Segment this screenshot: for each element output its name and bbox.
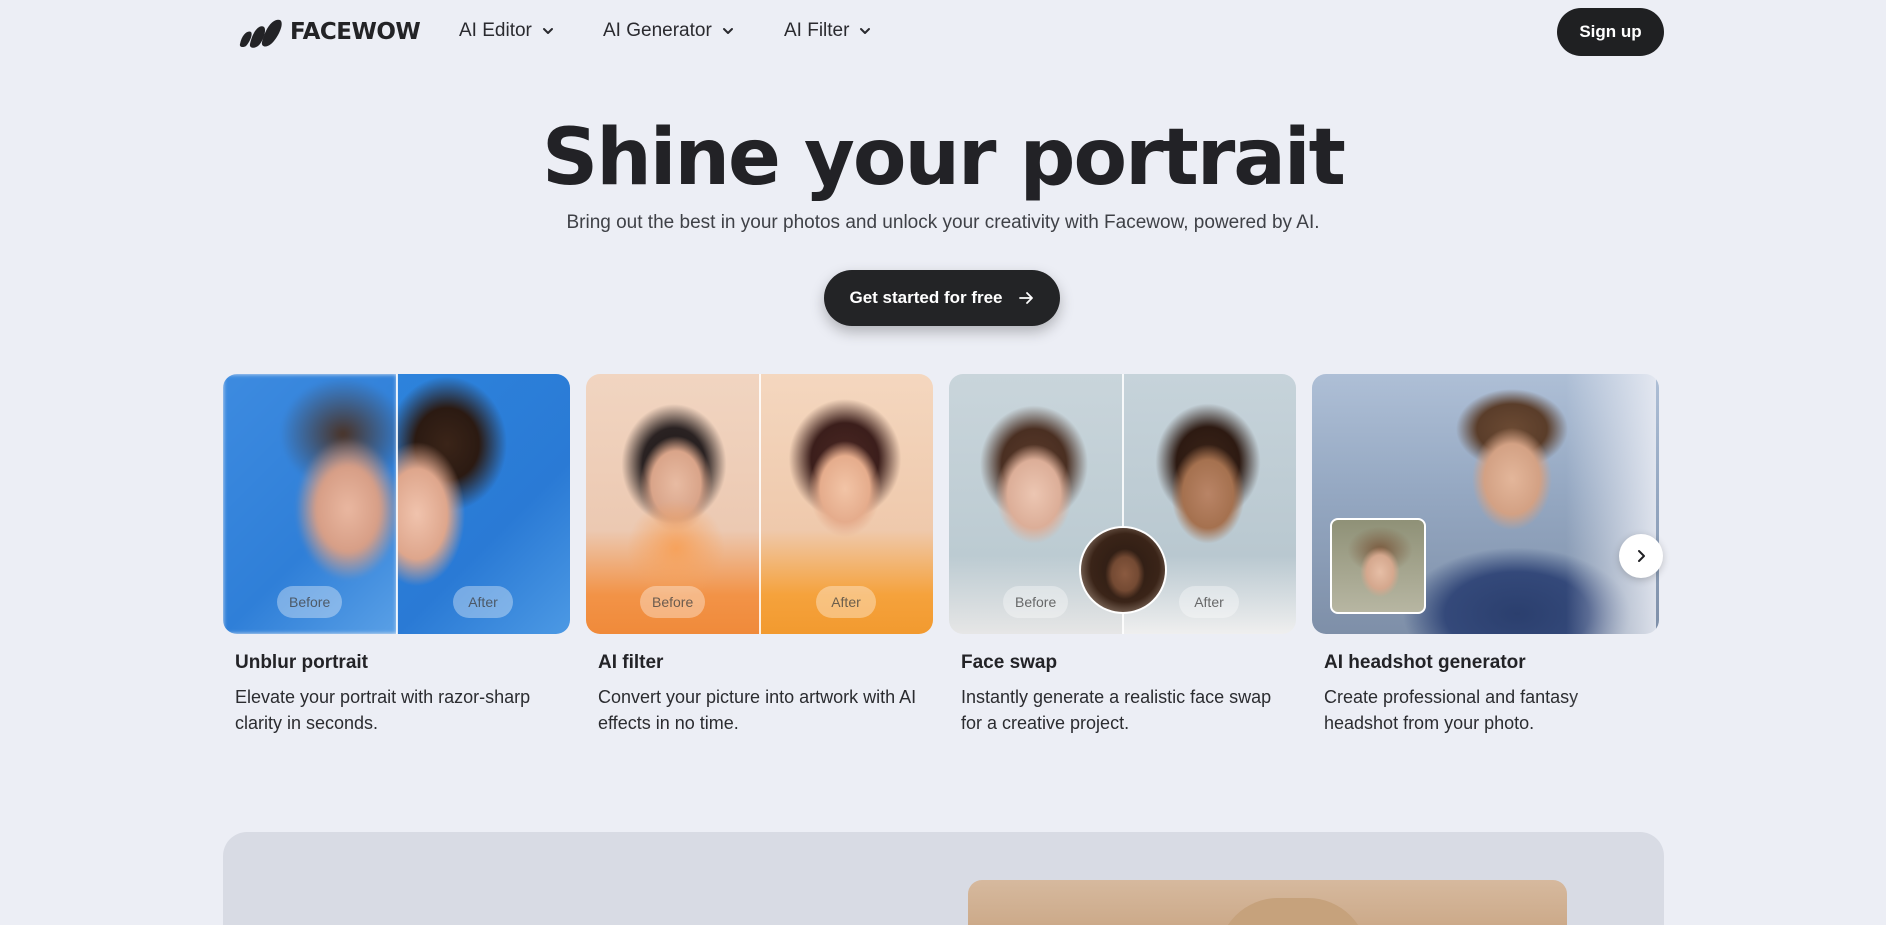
card-description: Convert your picture into artwork with A… [598,687,917,733]
menu-ai-generator[interactable]: AI Generator [603,20,735,42]
showcase-image [968,880,1567,925]
before-tag: Before [640,586,706,618]
hero-title: Shine your portrait [542,113,1346,203]
feature-card-unblur[interactable]: Before After Unblur portrait Elevate you… [223,374,570,733]
card-title: AI filter [598,652,664,673]
top-nav: FACEWOW AI Editor AI Generator AI Filter… [0,0,1886,64]
compare-divider[interactable] [759,374,761,634]
feature-card-ai-filter[interactable]: Before After AI filter Convert your pict… [586,374,933,733]
compare-divider[interactable] [396,374,398,634]
chevron-down-icon [860,28,871,34]
menu-label: AI Filter [784,20,850,41]
feature-card-face-swap[interactable]: Before After Face swap Instantly generat… [949,374,1296,733]
chevron-right-icon [1638,550,1645,562]
brand-name: FACEWOW [290,19,421,45]
card-title: Unblur portrait [235,652,368,673]
card-description: Elevate your portrait with razor-sharp c… [235,687,531,733]
after-tag: After [1179,586,1239,618]
menu-ai-editor[interactable]: AI Editor [459,20,555,42]
card-title: AI headshot generator [1324,652,1526,673]
menu-label: AI Generator [603,20,712,41]
unblur-preview-image: Before After [223,374,570,634]
card-description: Instantly generate a realistic face swap… [961,687,1272,733]
facewow-logo-icon [239,19,282,48]
arrow-right-icon [1018,292,1033,304]
sign-up-button[interactable]: Sign up [1557,8,1664,56]
face-swap-preview-image: Before After [949,374,1296,634]
card-title: Face swap [961,652,1058,673]
showcase-hair [1218,898,1368,925]
hero-subtitle: Bring out the best in your photos and un… [566,212,1320,233]
cta-label: Get started for free [849,288,1003,307]
carousel-next-button[interactable] [1619,534,1663,578]
menu-label: AI Editor [459,20,532,41]
brand-logo[interactable]: FACEWOW [238,16,421,48]
before-tag: Before [1003,586,1069,618]
source-face-thumbnail [1079,526,1167,614]
chevron-down-icon [542,28,553,34]
after-tag: After [453,586,513,618]
ai-filter-preview-image: Before After [586,374,933,634]
source-photo-thumbnail [1330,518,1426,614]
after-tag: After [816,586,876,618]
before-tag: Before [277,586,343,618]
get-started-button[interactable]: Get started for free [824,270,1060,326]
menu-ai-filter[interactable]: AI Filter [784,20,872,42]
chevron-down-icon [722,28,733,34]
